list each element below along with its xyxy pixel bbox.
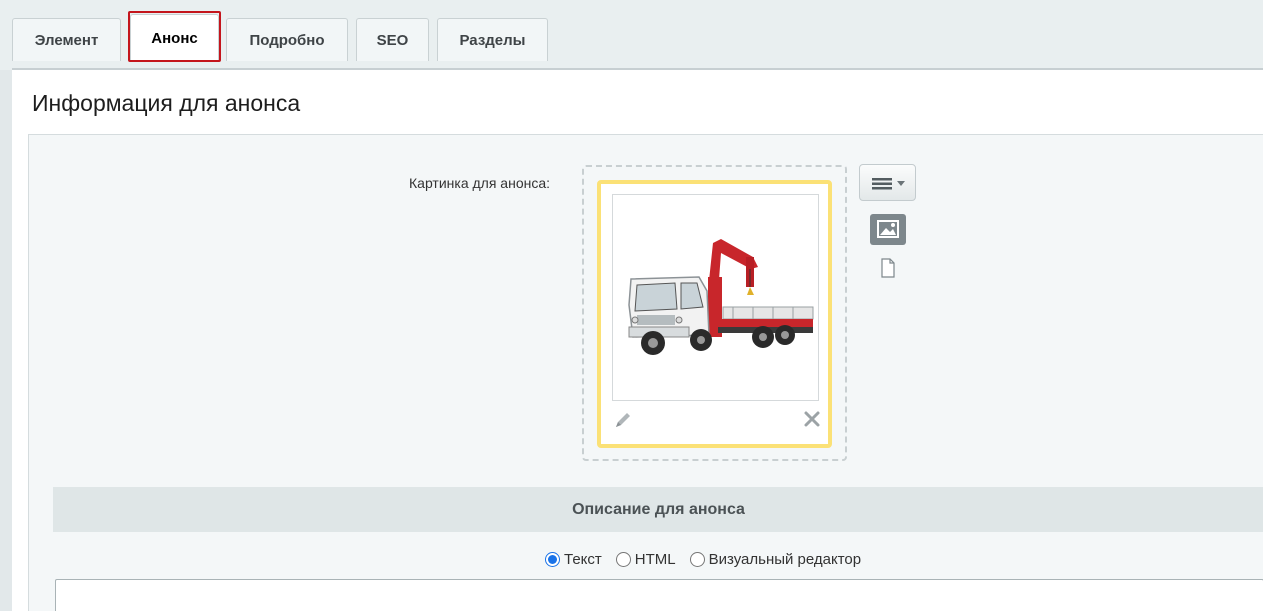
radio-icon [689,552,705,567]
close-icon[interactable] [803,410,821,428]
image-menu-button[interactable] [859,164,916,201]
tab-bar: Элемент Анонс Подробно SEO Разделы [0,0,1263,70]
tab-details[interactable]: Подробно [226,18,348,61]
mode-html-label: HTML [634,551,676,568]
mode-html-radio[interactable]: HTML [615,551,676,568]
image-icon [877,220,899,238]
tab-announce[interactable]: Анонс [130,14,219,61]
page-title: Информация для анонса [32,90,301,116]
image-drop-zone[interactable] [582,165,847,461]
tab-seo[interactable]: SEO [356,18,429,61]
preview-image-label: Картинка для анонса: [409,175,551,191]
description-textarea[interactable] [55,579,1263,611]
image-card [597,180,832,448]
mode-text-radio[interactable]: Текст [545,551,602,568]
tab-element[interactable]: Элемент [12,18,121,61]
file-type-button[interactable] [878,257,898,279]
image-type-button[interactable] [870,214,906,245]
description-section-header: Описание для анонса [53,487,1263,532]
mode-visual-label: Визуальный редактор [708,551,862,568]
radio-checked-icon [545,552,560,567]
crane-truck-image[interactable] [612,194,819,401]
tab-sections[interactable]: Разделы [437,18,548,61]
pencil-icon[interactable] [613,410,633,430]
mode-text-label: Текст [564,551,602,568]
radio-icon [615,552,631,567]
form-area: Картинка для анонса: Описание для анонса… [28,134,1263,611]
mode-visual-radio[interactable]: Визуальный редактор [689,551,862,568]
crane-truck-illustration [628,239,814,355]
description-mode-group: Текст HTML Визуальный редактор [545,551,875,568]
announce-panel: Информация для анонса Картинка для анонс… [12,68,1263,611]
file-icon [881,258,895,278]
hamburger-menu-icon [872,178,905,190]
